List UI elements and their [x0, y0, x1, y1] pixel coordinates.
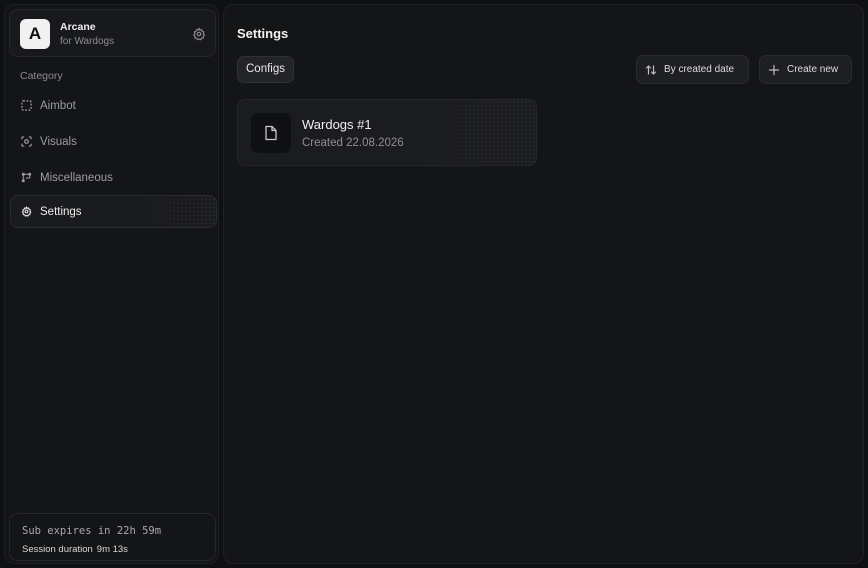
sidebar: A Arcane for Wardogs Category Aimbot Vis…	[4, 4, 219, 564]
create-new-button[interactable]: Create new	[759, 55, 852, 84]
app-subtitle: for Wardogs	[60, 36, 115, 47]
nodes-icon	[21, 172, 32, 183]
plus-icon	[768, 64, 780, 75]
app-logo: A	[20, 19, 50, 49]
file-icon	[265, 125, 277, 141]
sidebar-item-label: Miscellaneous	[40, 171, 113, 184]
session-duration: Session duration 9m 13s	[22, 544, 128, 555]
tab-configs[interactable]: Configs	[237, 56, 294, 83]
session-value: 9m 13s	[96, 544, 128, 555]
brand-card: A Arcane for Wardogs	[9, 9, 216, 57]
config-file-tile	[251, 113, 291, 153]
sidebar-item-visuals[interactable]: Visuals	[10, 125, 217, 158]
session-label: Session duration	[22, 544, 93, 555]
crosshair-square-icon	[21, 100, 32, 111]
sidebar-item-settings[interactable]: Settings	[10, 195, 217, 228]
sidebar-item-label: Settings	[40, 205, 82, 218]
app-name: Arcane	[60, 21, 96, 33]
main-panel: Settings Configs By created date Create …	[223, 4, 864, 564]
sort-arrows-icon	[645, 64, 657, 75]
gear-icon	[21, 206, 32, 217]
gear-icon[interactable]	[192, 27, 206, 41]
sidebar-item-label: Visuals	[40, 135, 77, 148]
sidebar-item-miscellaneous[interactable]: Miscellaneous	[10, 161, 217, 194]
sidebar-item-aimbot[interactable]: Aimbot	[10, 89, 217, 122]
config-name: Wardogs #1	[302, 117, 372, 132]
subscription-card: Sub expires in 22h 59m Session duration 9…	[9, 513, 216, 561]
config-created-date: Created 22.08.2026	[302, 137, 404, 149]
category-label: Category	[20, 70, 63, 82]
sidebar-item-label: Aimbot	[40, 99, 76, 112]
sort-button[interactable]: By created date	[636, 55, 749, 84]
sort-label: By created date	[664, 64, 735, 75]
app-window: A Arcane for Wardogs Category Aimbot Vis…	[0, 0, 868, 568]
page-title: Settings	[237, 26, 289, 41]
config-card[interactable]: Wardogs #1 Created 22.08.2026	[237, 99, 537, 166]
eye-scan-icon	[21, 136, 32, 147]
create-new-label: Create new	[787, 64, 839, 75]
dot-pattern	[416, 100, 536, 165]
subscription-expiry: Sub expires in 22h 59m	[22, 525, 162, 537]
